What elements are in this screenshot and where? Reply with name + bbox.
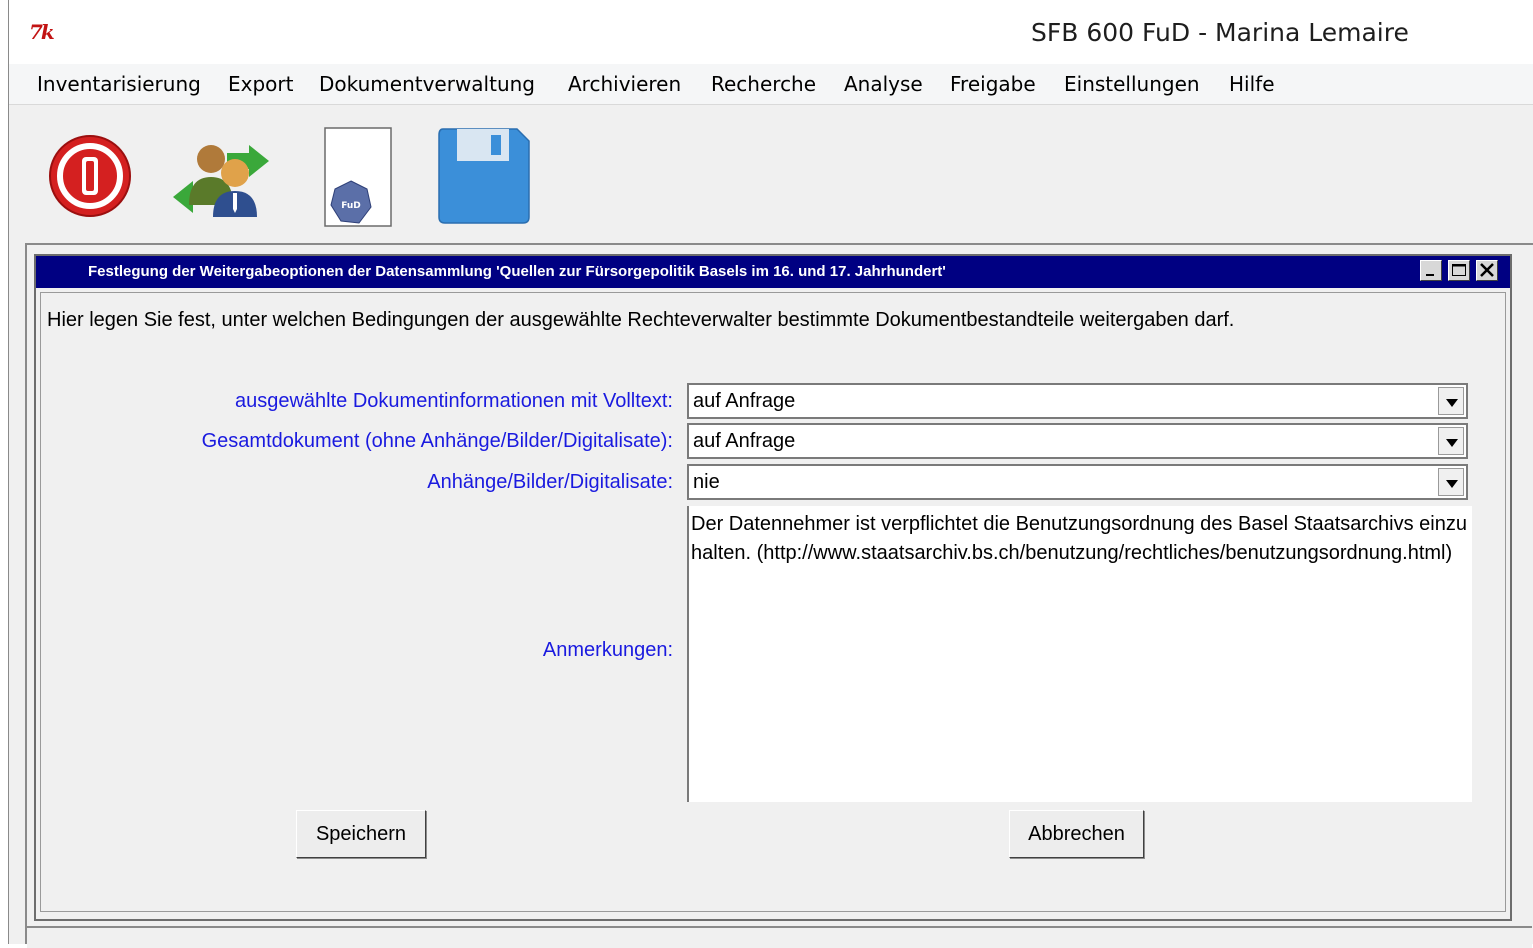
dialog-title: Festlegung der Weitergabeoptionen der Da… <box>88 263 946 280</box>
intro-text: Hier legen Sie fest, unter welchen Bedin… <box>47 309 1235 331</box>
users-exchange-icon[interactable] <box>167 139 277 219</box>
menu-analyse[interactable]: Analyse <box>844 72 923 96</box>
anhaenge-dropdown-button[interactable] <box>1438 468 1464 496</box>
volltext-value: auf Anfrage <box>693 390 796 412</box>
menu-hilfe[interactable]: Hilfe <box>1229 72 1275 96</box>
maximize-button[interactable] <box>1448 260 1470 281</box>
window-titlebar: 7k SFB 600 FuD - Marina Lemaire <box>9 0 1533 64</box>
chevron-down-icon <box>1446 399 1458 407</box>
dialog-titlebar: Festlegung der Weitergabeoptionen der Da… <box>36 256 1510 288</box>
power-icon[interactable] <box>47 133 133 219</box>
app-window: 7k SFB 600 FuD - Marina Lemaire Inventar… <box>8 0 1533 948</box>
fud-document-icon[interactable]: FuD <box>321 127 393 227</box>
fud-badge-text: FuD <box>341 201 361 211</box>
volltext-label: ausgewählte Dokumentinformationen mit Vo… <box>234 390 673 412</box>
volltext-dropdown-button[interactable] <box>1438 387 1464 415</box>
close-icon <box>1480 263 1494 277</box>
anhaenge-select[interactable]: nie <box>687 464 1468 500</box>
menu-recherche[interactable]: Recherche <box>711 72 816 96</box>
maximize-icon <box>1452 264 1466 276</box>
gesamtdokument-select[interactable]: auf Anfrage <box>687 423 1468 459</box>
window-title: SFB 600 FuD - Marina Lemaire <box>1031 18 1409 47</box>
status-bar <box>27 926 1532 948</box>
anhaenge-label: Anhänge/Bilder/Digitalisate: <box>427 471 673 493</box>
menu-dokumentverwaltung[interactable]: Dokumentverwaltung <box>319 72 535 96</box>
chevron-down-icon <box>1446 480 1458 488</box>
mdi-desktop: Festlegung der Weitergabeoptionen der Da… <box>25 243 1533 948</box>
anmerkungen-textarea[interactable]: Der Datennehmer ist verpflichtet die Ben… <box>687 506 1472 802</box>
menu-export[interactable]: Export <box>228 72 293 96</box>
menu-freigabe[interactable]: Freigabe <box>950 72 1036 96</box>
toolbar: FuD <box>9 105 1533 243</box>
weitergabe-dialog: Festlegung der Weitergabeoptionen der Da… <box>34 254 1512 921</box>
menu-bar: Inventarisierung Export Dokumentverwaltu… <box>9 64 1533 105</box>
app-logo: 7k <box>29 20 55 44</box>
menu-archivieren[interactable]: Archivieren <box>568 72 681 96</box>
menu-einstellungen[interactable]: Einstellungen <box>1064 72 1200 96</box>
gesamtdokument-value: auf Anfrage <box>693 430 796 452</box>
close-button[interactable] <box>1476 260 1498 281</box>
menu-inventarisierung[interactable]: Inventarisierung <box>37 72 201 96</box>
floppy-save-icon[interactable] <box>437 127 531 225</box>
anmerkungen-label: Anmerkungen: <box>542 639 673 661</box>
volltext-select[interactable]: auf Anfrage <box>687 383 1468 419</box>
gesamtdokument-label: Gesamtdokument (ohne Anhänge/Bilder/Digi… <box>201 430 673 452</box>
save-button[interactable]: Speichern <box>296 810 426 858</box>
dialog-content: Hier legen Sie fest, unter welchen Bedin… <box>40 292 1506 912</box>
gesamtdokument-dropdown-button[interactable] <box>1438 427 1464 455</box>
chevron-down-icon <box>1446 439 1458 447</box>
anhaenge-value: nie <box>693 471 720 493</box>
minimize-button[interactable] <box>1420 260 1442 281</box>
cancel-button[interactable]: Abbrechen <box>1009 810 1144 858</box>
minimize-icon <box>1426 274 1434 276</box>
